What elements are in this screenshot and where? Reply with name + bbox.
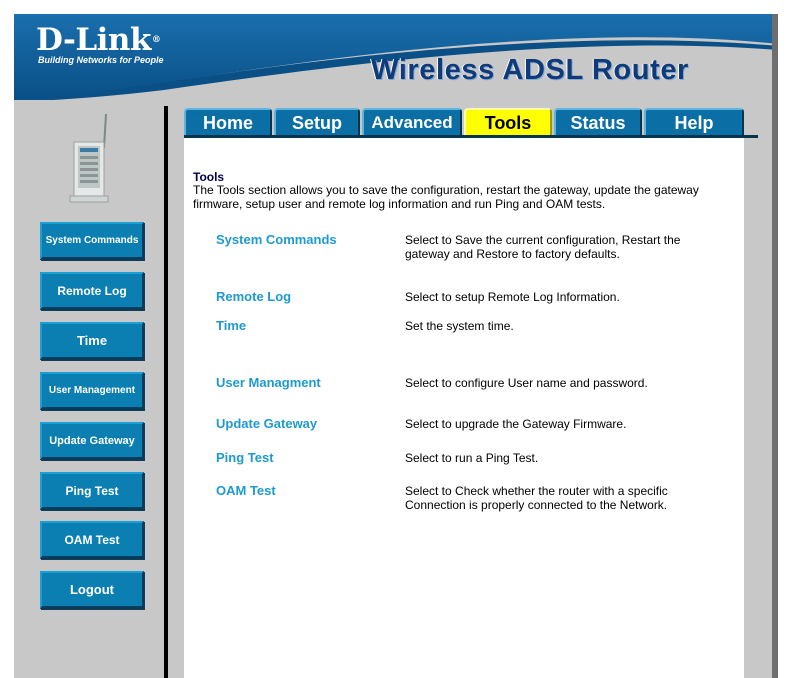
dlink-logo: D-Link® <box>36 22 161 58</box>
page-frame: D-Link® Building Networks for People Wir… <box>14 14 778 678</box>
main-tabs: Home Setup Advanced Tools Status Help <box>184 108 758 136</box>
page-title: Tools <box>193 170 225 184</box>
product-title: Wireless ADSL Router <box>371 54 689 86</box>
tab-status[interactable]: Status <box>554 108 642 136</box>
tab-tools[interactable]: Tools <box>464 108 552 136</box>
sidebar-item-remote-log[interactable]: Remote Log <box>40 272 144 310</box>
sidebar-item-ping-test[interactable]: Ping Test <box>40 472 144 510</box>
link-system-commands[interactable]: System Commands <box>216 232 337 247</box>
tab-advanced[interactable]: Advanced <box>362 108 462 136</box>
tab-help[interactable]: Help <box>644 108 744 136</box>
desc-oam-test: Select to Check whether the router with … <box>405 484 668 512</box>
desc-user-management: Select to configure User name and passwo… <box>405 376 648 390</box>
desc-remote-log: Select to setup Remote Log Information. <box>405 290 620 304</box>
sidebar-item-oam-test[interactable]: OAM Test <box>40 521 144 559</box>
link-remote-log[interactable]: Remote Log <box>216 289 291 304</box>
tab-setup[interactable]: Setup <box>274 108 360 136</box>
desc-time: Set the system time. <box>405 319 514 333</box>
page-description: The Tools section allows you to save the… <box>193 183 699 211</box>
tab-home[interactable]: Home <box>184 108 272 136</box>
sidebar-divider <box>164 106 168 678</box>
sidebar-item-user-management[interactable]: User Management <box>40 372 144 410</box>
desc-ping-test: Select to run a Ping Test. <box>405 451 539 465</box>
logo-tagline: Building Networks for People <box>38 55 164 65</box>
main-content: Tools The Tools section allows you to sa… <box>184 138 744 678</box>
router-image <box>69 113 109 203</box>
link-user-management[interactable]: User Managment <box>216 375 321 390</box>
link-time[interactable]: Time <box>216 318 246 333</box>
sidebar-item-update-gateway[interactable]: Update Gateway <box>40 422 144 460</box>
sidebar: System Commands Remote Log Time User Man… <box>14 106 164 678</box>
desc-system-commands: Select to Save the current configuration… <box>405 233 681 261</box>
desc-update-gateway: Select to upgrade the Gateway Firmware. <box>405 417 627 431</box>
sidebar-item-system-commands[interactable]: System Commands <box>40 222 144 260</box>
frame-shadow <box>772 14 778 678</box>
registered-mark: ® <box>151 35 161 45</box>
sidebar-item-logout[interactable]: Logout <box>40 571 144 609</box>
link-oam-test[interactable]: OAM Test <box>216 483 276 498</box>
link-ping-test[interactable]: Ping Test <box>216 450 274 465</box>
sidebar-item-time[interactable]: Time <box>40 322 144 360</box>
header-banner: D-Link® Building Networks for People Wir… <box>14 14 778 100</box>
link-update-gateway[interactable]: Update Gateway <box>216 416 317 431</box>
